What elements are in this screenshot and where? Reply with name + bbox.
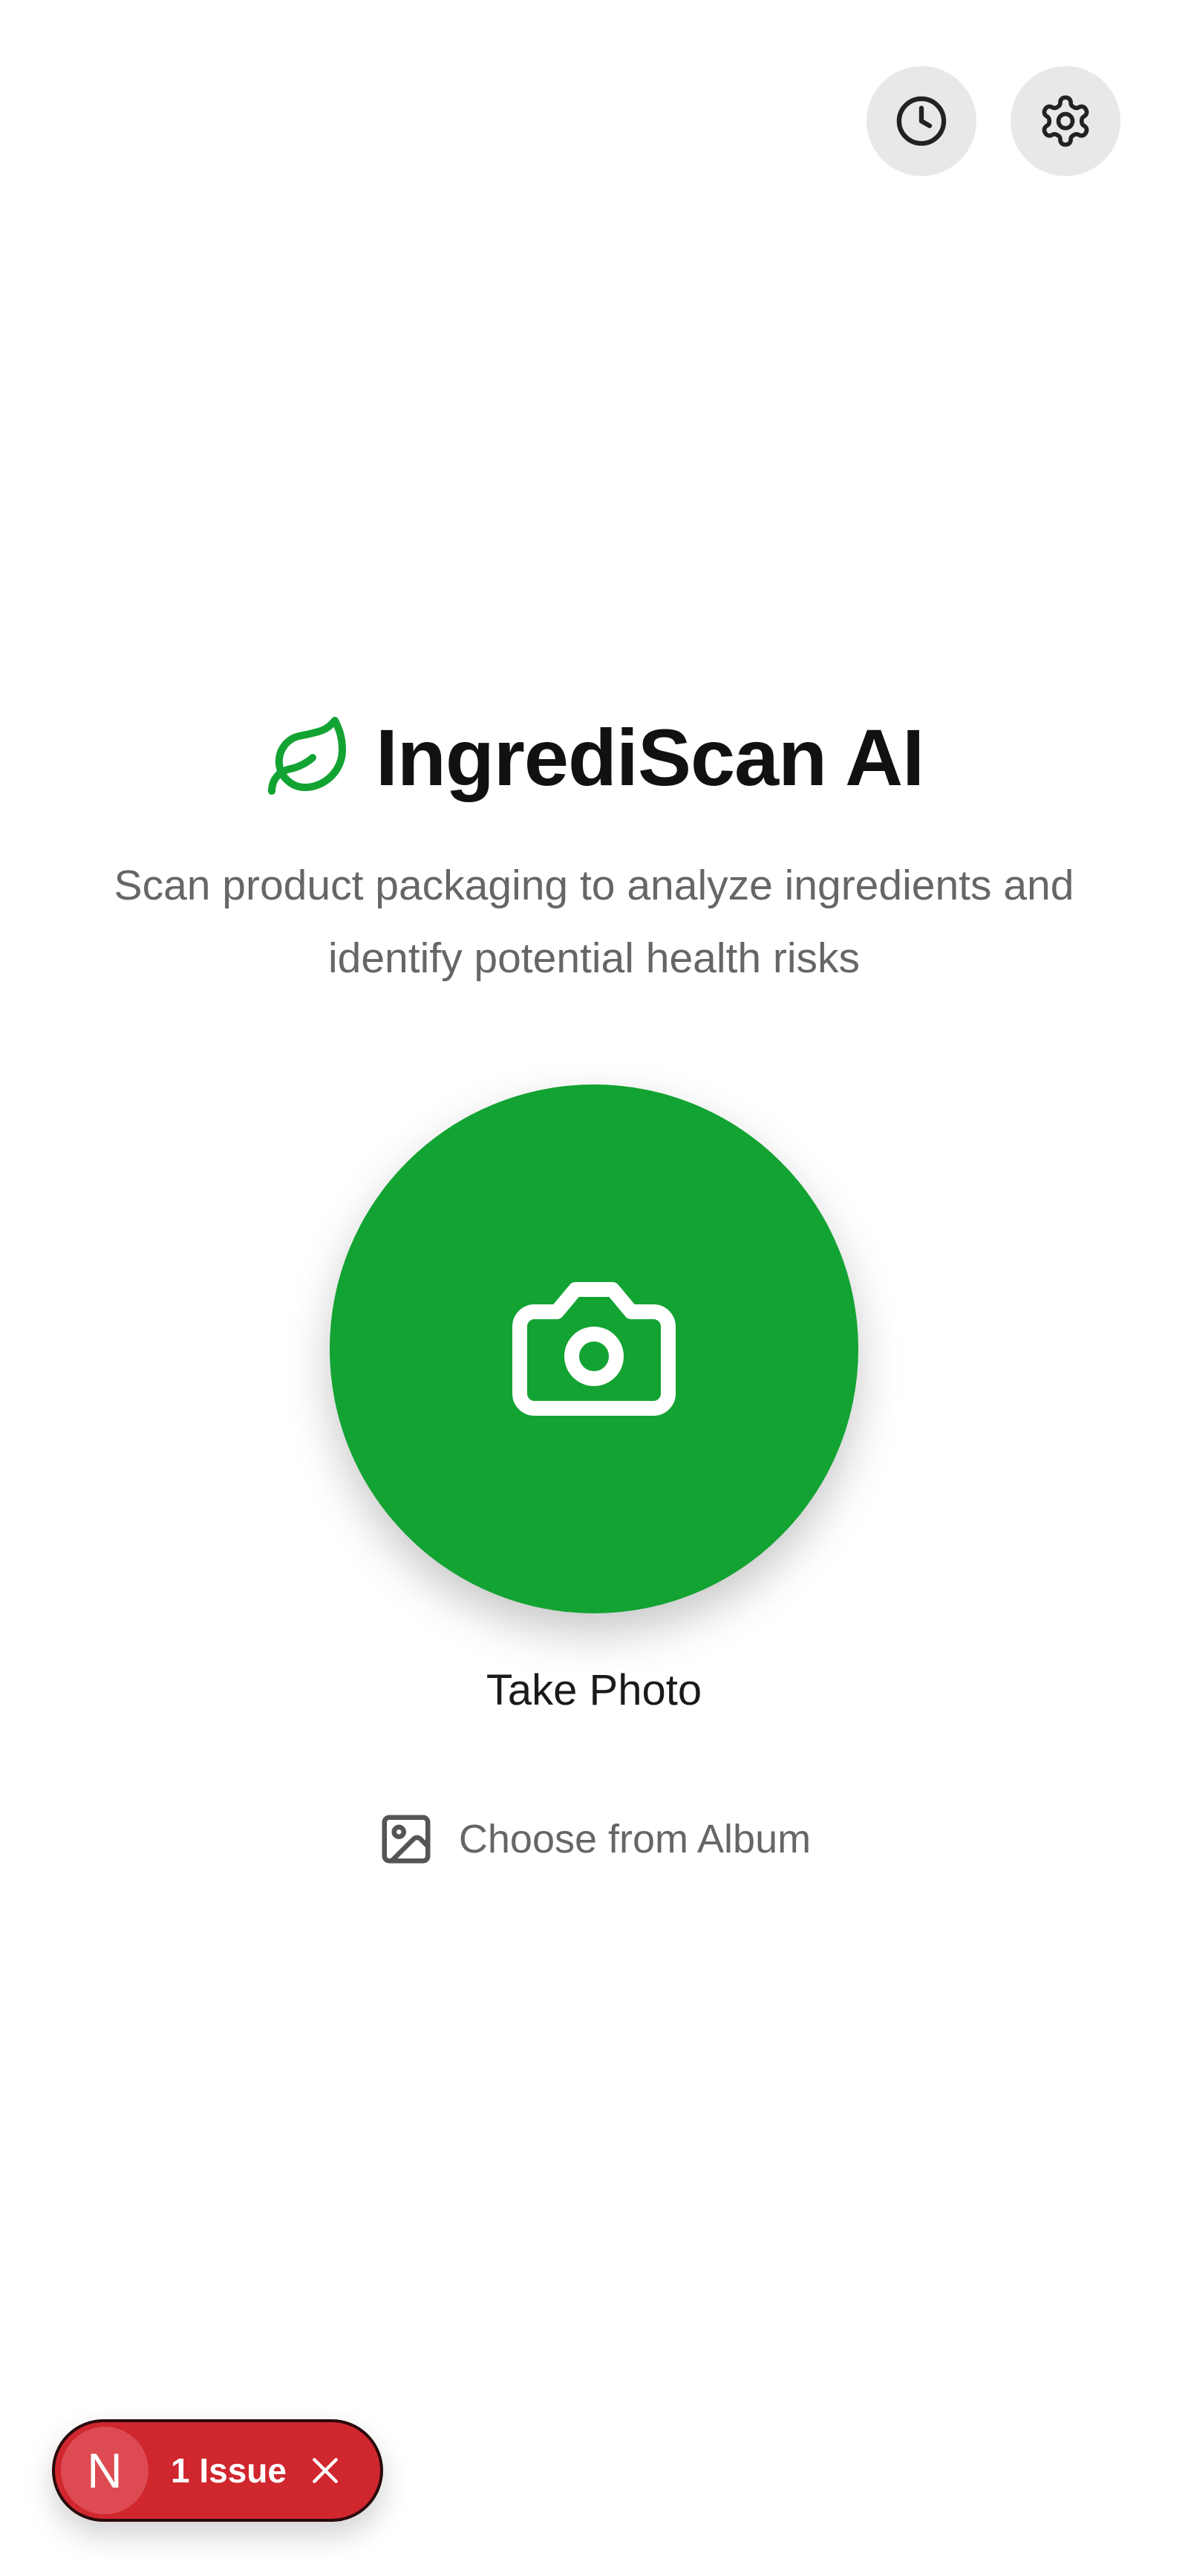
album-label: Choose from Album: [458, 1817, 812, 1861]
leaf-icon: [267, 717, 346, 795]
app-subtitle: Scan product packaging to analyze ingred…: [114, 862, 1074, 982]
take-photo-button[interactable]: [330, 1084, 858, 1613]
camera-icon: [512, 1282, 676, 1416]
settings-button[interactable]: [1011, 66, 1120, 176]
gear-icon: [1042, 95, 1089, 147]
title-row: IngrediScan AI: [0, 709, 1188, 806]
take-photo-label[interactable]: Take Photo: [0, 1661, 1188, 1720]
n-logo-icon: N: [61, 2427, 148, 2514]
issue-count-label: 1 Issue: [171, 2451, 287, 2490]
history-button[interactable]: [866, 66, 976, 176]
choose-from-album-button[interactable]: Choose from Album: [0, 1809, 1188, 1869]
image-icon: [382, 1815, 431, 1864]
issue-badge[interactable]: N 1 Issue: [52, 2419, 383, 2522]
clock-icon: [896, 96, 947, 146]
app-title: IngrediScan AI: [375, 712, 924, 802]
close-icon[interactable]: [309, 2454, 342, 2487]
